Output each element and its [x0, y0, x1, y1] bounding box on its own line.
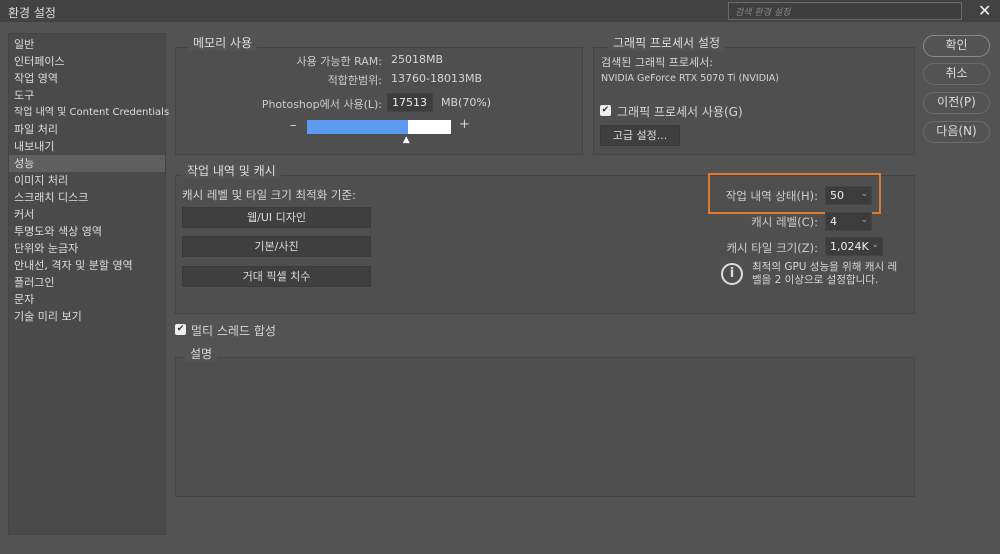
- sidebar-item[interactable]: 커서: [9, 206, 165, 223]
- info-text: 최적의 GPU 성능을 위해 캐시 레 벨을 2 이상으로 설정합니다.: [752, 261, 897, 287]
- cache-level-select[interactable]: 4 ⌄: [825, 212, 872, 231]
- search-input[interactable]: 검색 환경 설정: [728, 2, 962, 20]
- sidebar-item[interactable]: 안내선, 격자 및 분할 영역: [9, 257, 165, 274]
- info-text-line-2: 벨을 2 이상으로 설정합니다.: [752, 274, 879, 286]
- default-photo-button[interactable]: 기본/사진: [182, 236, 371, 257]
- advanced-settings-button[interactable]: 고급 설정...: [600, 125, 680, 146]
- sidebar-item[interactable]: 도구: [9, 87, 165, 104]
- cache-tile-label: 캐시 타일 크기(Z):: [726, 241, 818, 255]
- close-icon[interactable]: ✕: [978, 1, 991, 20]
- window-title: 환경 설정: [8, 6, 56, 20]
- info-text-line-1: 최적의 GPU 성능을 위해 캐시 레: [752, 261, 898, 273]
- photoshop-use-label: Photoshop에서 사용(L):: [261, 98, 382, 111]
- web-ui-design-button[interactable]: 웹/UI 디자인: [182, 207, 371, 228]
- sidebar-item[interactable]: 파일 처리: [9, 121, 165, 138]
- description-title: 설명: [185, 345, 218, 362]
- sidebar-item[interactable]: 투명도와 색상 영역: [9, 223, 165, 240]
- sidebar: 일반 인터페이스 작업 영역 도구 작업 내역 및 Content Credential…: [8, 33, 169, 535]
- sidebar-item[interactable]: 단위와 눈금자: [9, 240, 165, 257]
- use-gpu-checkbox[interactable]: ✔: [600, 105, 611, 116]
- sidebar-item[interactable]: 인터페이스: [9, 53, 165, 70]
- sidebar-item[interactable]: 성능: [9, 155, 165, 172]
- sidebar-item[interactable]: 작업 내역 및 Content Credentials: [9, 104, 169, 121]
- memory-slider-thumb[interactable]: ▲: [403, 135, 410, 145]
- ok-button[interactable]: 확인: [923, 35, 990, 57]
- cache-level-value: 4: [830, 215, 837, 228]
- cache-level-label: 캐시 레벨(C):: [751, 215, 818, 229]
- chevron-down-icon: ⌄: [860, 215, 868, 225]
- use-gpu-label: 그래픽 프로세서 사용(G): [617, 105, 743, 119]
- history-states-select[interactable]: 50 ⌄: [825, 186, 872, 205]
- range-label: 적합한범위:: [327, 74, 382, 87]
- multithread-checkbox[interactable]: ✔: [175, 324, 186, 335]
- sidebar-item[interactable]: 플러그인: [9, 274, 165, 291]
- info-icon: i: [721, 263, 743, 285]
- available-ram-label: 사용 가능한 RAM:: [296, 55, 382, 68]
- increase-button[interactable]: +: [459, 117, 470, 132]
- prev-button[interactable]: 이전(P): [923, 92, 990, 114]
- history-states-value: 50: [830, 189, 844, 202]
- memory-slider-fill: [307, 120, 408, 134]
- available-ram-value: 25018MB: [391, 53, 444, 66]
- optimize-label: 캐시 레벨 및 타일 크기 최적화 기준:: [182, 188, 356, 202]
- memory-title: 메모리 사용: [188, 34, 258, 51]
- sidebar-item[interactable]: 내보내기: [9, 138, 165, 155]
- sidebar-item[interactable]: 스크래치 디스크: [9, 189, 165, 206]
- gpu-title: 그래픽 프로세서 설정: [608, 34, 725, 51]
- cache-tile-select[interactable]: 1,024K ⌄: [825, 237, 883, 256]
- sidebar-item[interactable]: 이미지 처리: [9, 172, 165, 189]
- photoshop-use-input[interactable]: 17513: [387, 93, 433, 112]
- description-group: [175, 357, 915, 497]
- memory-slider[interactable]: [307, 120, 451, 134]
- range-value: 13760-18013MB: [391, 72, 482, 85]
- multithread-label: 멀티 스레드 합성: [191, 324, 276, 338]
- sidebar-item[interactable]: 기술 미리 보기: [9, 308, 165, 325]
- cancel-button[interactable]: 취소: [923, 63, 990, 85]
- sidebar-item[interactable]: 문자: [9, 291, 165, 308]
- sidebar-item[interactable]: 작업 영역: [9, 70, 165, 87]
- decrease-button[interactable]: –: [290, 118, 297, 133]
- cache-title: 작업 내역 및 캐시: [182, 162, 281, 179]
- detected-gpu-label: 검색된 그래픽 프로세서:: [601, 56, 713, 69]
- detected-gpu-value: NVIDIA GeForce RTX 5070 Ti (NVIDIA): [601, 73, 780, 84]
- use-unit: MB(70%): [441, 96, 492, 109]
- sidebar-item[interactable]: 일반: [9, 36, 165, 53]
- history-states-label: 작업 내역 상태(H):: [725, 189, 818, 203]
- chevron-down-icon: ⌄: [871, 240, 879, 250]
- cache-tile-value: 1,024K: [830, 240, 869, 253]
- next-button[interactable]: 다음(N): [923, 121, 990, 143]
- huge-pixel-button[interactable]: 거대 픽셀 치수: [182, 266, 371, 287]
- chevron-down-icon: ⌄: [860, 189, 868, 199]
